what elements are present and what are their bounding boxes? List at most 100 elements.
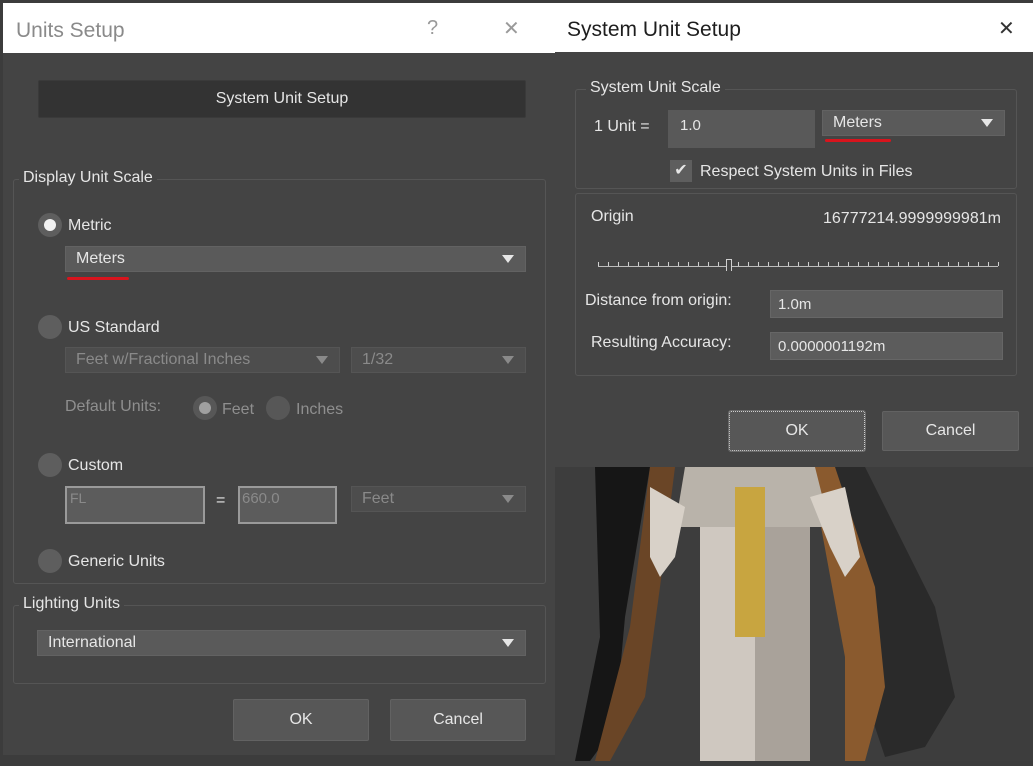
slider-tick <box>858 262 859 266</box>
units-setup-dialog: Units Setup ? ✕ System Unit Setup Displa… <box>3 3 555 755</box>
system-unit-setup-titlebar: System Unit Setup ✕ <box>555 3 1033 52</box>
character-model-image <box>575 467 955 761</box>
slider-tick <box>938 262 939 266</box>
one-unit-label: 1 Unit = <box>594 118 650 135</box>
slider-tick <box>978 262 979 266</box>
inches-label: Inches <box>296 401 344 418</box>
ok-button[interactable]: OK <box>233 699 369 741</box>
equals-sign: = <box>216 492 226 509</box>
units-setup-title: Units Setup <box>16 19 125 42</box>
slider-tick <box>808 262 809 266</box>
chevron-down-icon <box>502 356 514 364</box>
chevron-down-icon <box>981 119 993 127</box>
slider-tick <box>828 262 829 266</box>
metric-radio[interactable] <box>38 213 62 237</box>
slider-tick <box>768 262 769 266</box>
units-setup-titlebar: Units Setup ? ✕ <box>3 3 555 53</box>
metric-units-dropdown[interactable]: Meters <box>65 246 526 272</box>
slider-tick <box>658 262 659 266</box>
slider-tick <box>708 262 709 266</box>
metric-label: Metric <box>68 217 112 234</box>
slider-tick <box>868 262 869 266</box>
respect-system-units-checkbox[interactable]: ✔ <box>670 160 692 182</box>
lighting-units-dropdown[interactable]: International <box>37 630 526 656</box>
ok-button[interactable]: OK <box>728 410 866 452</box>
slider-tick <box>648 262 649 266</box>
system-unit-setup-button[interactable]: System Unit Setup <box>38 80 526 118</box>
highlight-underline <box>67 277 129 280</box>
feet-label: Feet <box>222 401 255 418</box>
custom-value-field[interactable]: 660.0 <box>238 486 337 524</box>
slider-tick <box>718 262 719 266</box>
chevron-down-icon <box>502 639 514 647</box>
slider-tick <box>878 262 879 266</box>
system-unit-scale-legend: System Unit Scale <box>586 79 725 97</box>
origin-label: Origin <box>591 208 634 225</box>
resulting-accuracy-field[interactable]: 0.0000001192m <box>770 332 1003 360</box>
distance-from-origin-label: Distance from origin: <box>585 292 732 309</box>
slider-tick <box>928 262 929 266</box>
generic-units-radio[interactable] <box>38 549 62 573</box>
slider-tick <box>678 262 679 266</box>
custom-label: Custom <box>68 457 124 474</box>
slider-tick <box>638 262 639 266</box>
slider-tick <box>898 262 899 266</box>
slider-tick <box>968 262 969 266</box>
system-unit-setup-dialog: System Unit Setup ✕ System Unit Scale 1 … <box>555 3 1033 467</box>
us-fraction-dropdown[interactable]: 1/32 <box>351 347 526 373</box>
system-units-value: Meters <box>833 114 882 131</box>
slider-tick <box>608 262 609 266</box>
slider-tick <box>778 262 779 266</box>
slider-tick <box>958 262 959 266</box>
cancel-button[interactable]: Cancel <box>390 699 526 741</box>
slider-tick <box>838 262 839 266</box>
slider-tick <box>758 262 759 266</box>
close-icon[interactable]: ✕ <box>503 16 520 41</box>
slider-tick <box>948 262 949 266</box>
slider-thumb[interactable] <box>726 259 732 271</box>
chevron-down-icon <box>502 255 514 263</box>
us-fraction-value: 1/32 <box>362 351 394 368</box>
chevron-down-icon <box>316 356 328 364</box>
slider-tick <box>688 262 689 266</box>
us-standard-radio[interactable] <box>38 315 62 339</box>
slider-tick <box>668 262 669 266</box>
cancel-button[interactable]: Cancel <box>882 411 1019 451</box>
slider-tick <box>698 262 699 266</box>
custom-radio[interactable] <box>38 453 62 477</box>
custom-units-value: Feet <box>362 490 395 507</box>
slider-tick <box>818 262 819 266</box>
distance-from-origin-field[interactable]: 1.0m <box>770 290 1003 318</box>
slider-tick <box>798 262 799 266</box>
custom-name-field[interactable]: FL <box>65 486 205 524</box>
system-unit-value-field[interactable]: 1.0 <box>668 110 815 148</box>
slider-tick <box>598 262 599 266</box>
us-standard-label: US Standard <box>68 319 160 336</box>
system-units-dropdown[interactable]: Meters <box>822 110 1005 136</box>
display-unit-scale-legend: Display Unit Scale <box>19 169 157 187</box>
generic-units-label: Generic Units <box>68 553 165 570</box>
us-units-dropdown[interactable]: Feet w/Fractional Inches <box>65 347 340 373</box>
custom-units-dropdown[interactable]: Feet <box>351 486 526 512</box>
resulting-accuracy-label: Resulting Accuracy: <box>591 334 732 351</box>
origin-value: 16777214.9999999981m <box>823 210 1001 227</box>
slider-ticks <box>598 262 999 266</box>
slider-tick <box>848 262 849 266</box>
respect-system-units-label: Respect System Units in Files <box>700 163 913 180</box>
metric-units-value: Meters <box>76 250 125 267</box>
inches-radio[interactable] <box>266 396 290 420</box>
help-icon[interactable]: ? <box>427 17 438 40</box>
slider-tick <box>738 262 739 266</box>
lighting-units-value: International <box>48 634 137 651</box>
default-units-label: Default Units: <box>65 398 162 415</box>
viewport-background <box>555 467 1033 761</box>
highlight-underline <box>825 139 891 142</box>
lighting-units-legend: Lighting Units <box>19 595 124 613</box>
close-icon[interactable]: ✕ <box>998 16 1015 41</box>
slider-tick <box>748 262 749 266</box>
chevron-down-icon <box>502 495 514 503</box>
origin-slider[interactable] <box>598 257 999 271</box>
feet-radio[interactable] <box>193 396 217 420</box>
us-units-value: Feet w/Fractional Inches <box>76 351 251 368</box>
slider-tick <box>908 262 909 266</box>
